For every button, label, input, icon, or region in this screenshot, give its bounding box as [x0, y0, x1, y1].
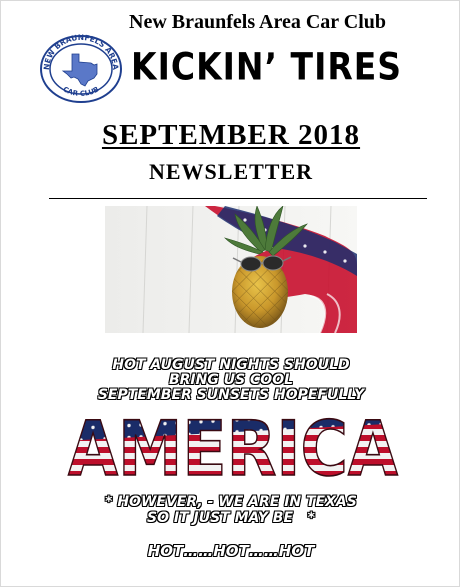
issue-label: NEWSLETTER: [148, 159, 314, 184]
pineapple-photo: [105, 206, 357, 333]
issue-month-year: SEPTEMBER 2018: [101, 119, 361, 151]
headline-line-1: HOT AUGUST NIGHTS SHOULD: [112, 357, 350, 373]
america-flag-lettering: AMERICA AMERICA: [67, 411, 399, 483]
headline-line-3: SEPTEMBER SUNSETS HOPEFULLY: [97, 387, 365, 403]
newsletter-title: KICKIN’ TIRES: [131, 45, 403, 89]
newsletter-page: NEW BRAUNFELS AREA CAR CLUB New Braunfel…: [0, 0, 460, 587]
club-name: New Braunfels Area Car Club: [129, 11, 387, 33]
headline-line-2: BRING US COOL: [168, 372, 294, 388]
headline-message: HOT AUGUST NIGHTS SHOULD BRING US COOL S…: [1, 357, 460, 403]
america-word: AMERICA: [68, 411, 398, 483]
however-line-2: SO IT JUST MAY BE *: [147, 510, 315, 526]
club-logo: NEW BRAUNFELS AREA CAR CLUB: [40, 34, 122, 103]
hot-message: HOT……HOT……HOT: [147, 542, 315, 560]
header-divider: [49, 198, 427, 199]
however-line-1: * HOWEVER, - WE ARE IN TEXAS: [105, 494, 357, 510]
however-message: * HOWEVER, - WE ARE IN TEXAS SO IT JUST …: [1, 494, 460, 526]
